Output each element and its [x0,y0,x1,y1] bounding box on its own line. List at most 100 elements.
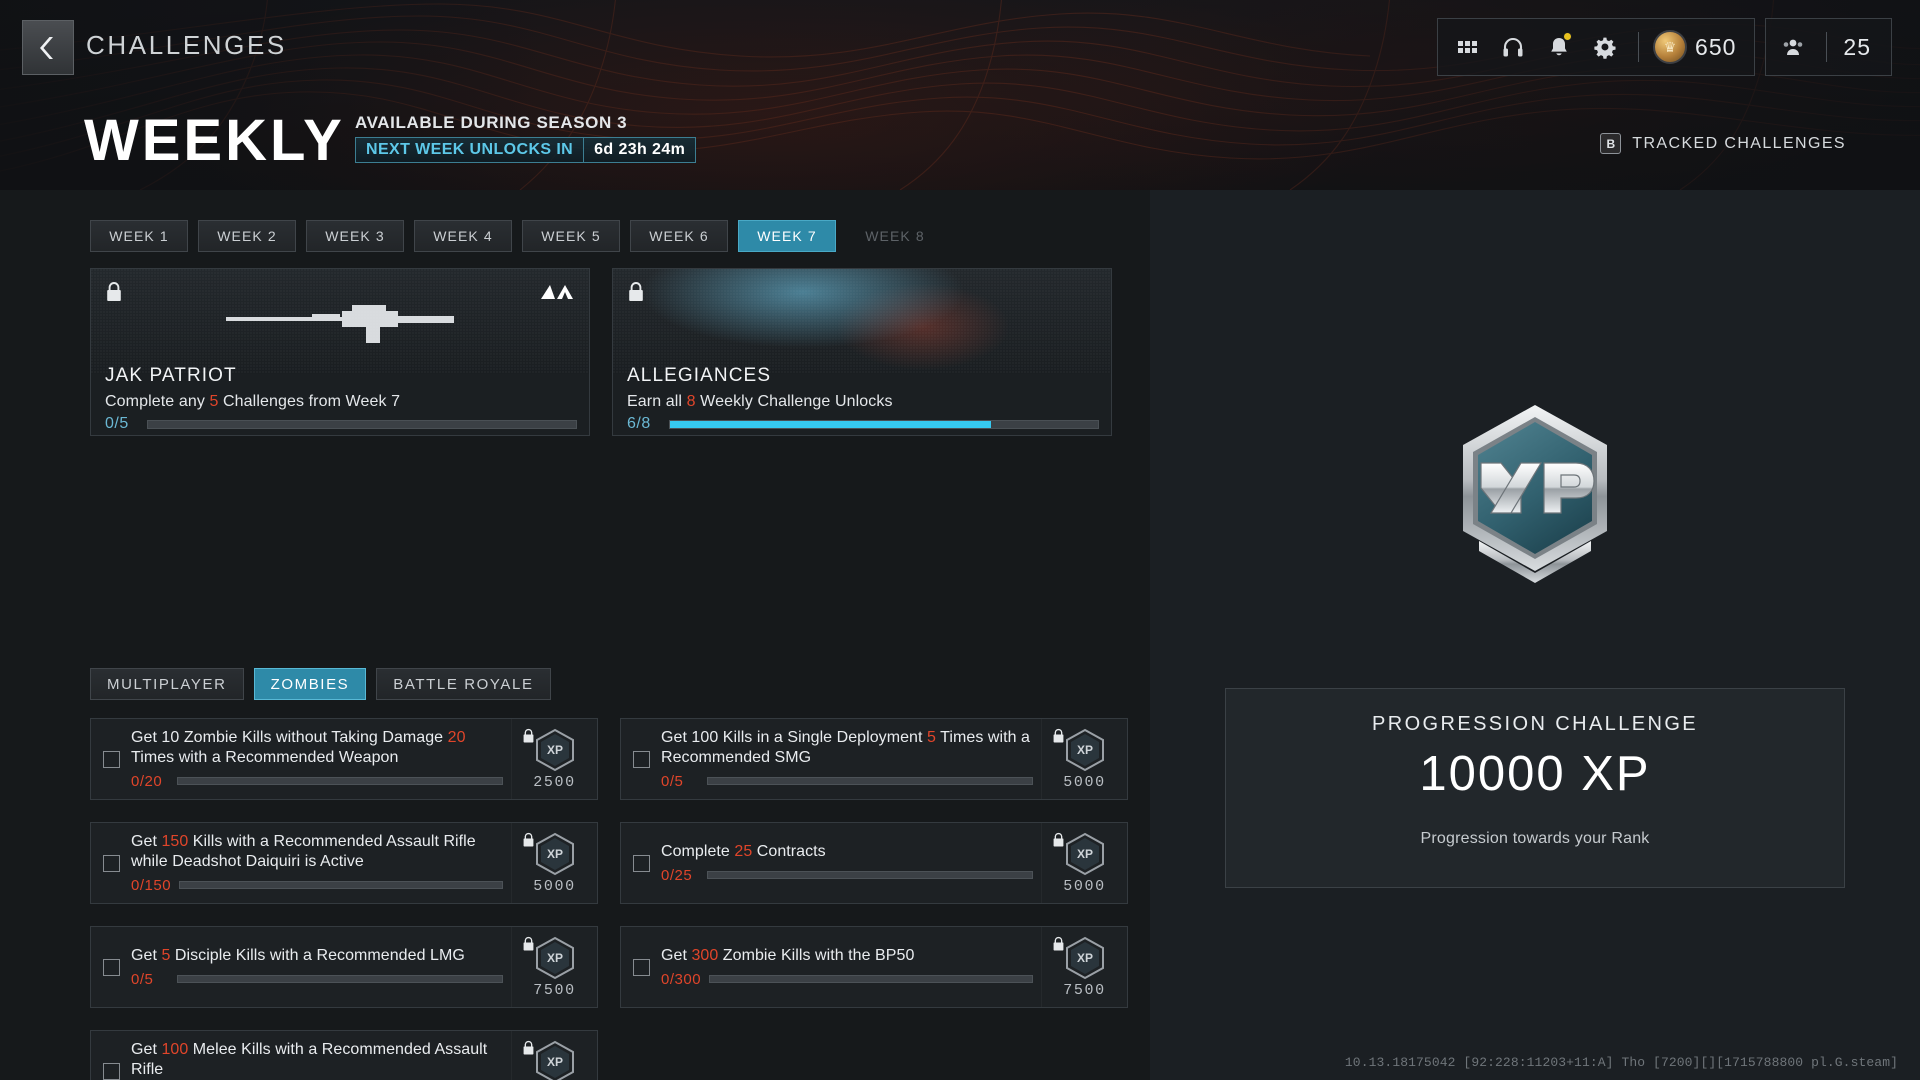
xp-emblem-icon [1463,405,1607,583]
lock-icon [1053,832,1064,847]
challenge-progress-text: 0/5 [131,970,154,988]
challenge-text-number: 100 [161,1041,189,1059]
reward-card-art [613,269,1111,374]
challenge-item[interactable]: Get 100 Kills in a Single Deployment 5 T… [620,718,1128,800]
challenge-text: Complete 25 Contracts [661,842,1033,862]
progression-card-subtitle: Progression towards your Rank [1420,830,1650,847]
challenge-checkbox-wrap[interactable] [621,823,661,903]
challenge-main: Get 10 Zombie Kills without Taking Damag… [131,719,511,799]
challenge-checkbox-wrap[interactable] [621,719,661,799]
settings-button[interactable] [1582,19,1628,75]
build-info-text: 10.13.18175042 [92:228:11203+11:A] Tho [… [1344,1055,1898,1070]
reward-desc-post: Weekly Challenge Unlocks [695,393,893,410]
challenge-text-number: 20 [447,729,466,747]
mode-tab-list: MULTIPLAYER ZOMBIES BATTLE ROYALE [90,668,551,700]
reward-card-list: JAK PATRIOT Complete any 5 Challenges fro… [90,268,1112,436]
challenge-text-pre: Complete [661,843,735,861]
challenge-checkbox-wrap[interactable] [91,1031,131,1080]
challenge-checkbox-wrap[interactable] [91,927,131,1007]
challenge-item[interactable]: Get 10 Zombie Kills without Taking Damag… [90,718,598,800]
svg-text:XP: XP [546,1055,562,1069]
week-tab-1[interactable]: WEEK 1 [90,220,188,252]
headphones-icon [1503,38,1523,57]
challenge-progress-bar [709,975,1033,984]
challenge-checkbox[interactable] [102,854,120,872]
week-tab-6[interactable]: WEEK 6 [630,220,728,252]
squad-button[interactable] [1770,19,1816,75]
challenge-text-number: 300 [691,947,719,965]
challenge-progress-bar [707,777,1033,786]
header-right-controls: ♛ 650 25 [1437,18,1892,76]
players-pill: 25 [1765,18,1892,76]
tracked-challenges-button[interactable]: B TRACKED CHALLENGES [1600,133,1846,154]
challenge-list: Get 10 Zombie Kills without Taking Damag… [90,718,1130,1080]
challenge-text-pre: Get [131,833,162,851]
challenge-checkbox[interactable] [632,958,650,976]
reward-card-body: ALLEGIANCES Earn all 8 Weekly Challenge U… [613,365,1111,435]
challenge-checkbox[interactable] [632,750,650,768]
challenge-text-pre: Get 100 Kills in a Single Deployment [661,729,927,747]
week-tab-2[interactable]: WEEK 2 [198,220,296,252]
challenge-item[interactable]: Get 300 Zombie Kills with the BP50 0/300 X… [620,926,1128,1008]
grid-apps-button[interactable] [1444,19,1490,75]
challenge-checkbox-wrap[interactable] [621,927,661,1007]
challenge-progress: 0/5 [661,773,1033,790]
header-icon-pill: ♛ 650 [1437,18,1756,76]
currency-display[interactable]: ♛ 650 [1649,30,1748,64]
week-tab-3[interactable]: WEEK 3 [306,220,404,252]
challenge-item[interactable]: Get 150 Kills with a Recommended Assault… [90,822,598,904]
activision-logo-icon [541,285,573,299]
challenge-item[interactable]: Complete 25 Contracts 0/25 XP 5000 [620,822,1128,904]
challenge-text-pre: Get 10 Zombie Kills without Taking Damag… [131,729,448,747]
challenge-item[interactable]: Get 100 Melee Kills with a Recommended A… [90,1030,598,1080]
lock-icon [523,832,534,847]
headphones-button[interactable] [1490,19,1536,75]
svg-text:XP: XP [546,743,562,757]
notifications-button[interactable] [1536,19,1582,75]
challenge-checkbox[interactable] [102,958,120,976]
challenge-progress-text: 0/150 [131,876,172,894]
challenge-checkbox[interactable] [632,854,650,872]
weekly-title-row: 290195 WEEKLY AVAILABLE DURING SEASON 3 … [0,96,1920,256]
reward-card-1[interactable]: JAK PATRIOT Complete any 5 Challenges fro… [90,268,590,436]
week-tab-5[interactable]: WEEK 5 [522,220,620,252]
challenge-progress-text: 0/20 [131,772,163,790]
xp-hexagon-icon: XP [1065,832,1104,875]
reward-art-dither [91,269,589,374]
reward-preview-panel: PROGRESSION CHALLENGE 10000 XP Progressi… [1150,190,1920,1080]
challenge-checkbox-wrap[interactable] [91,823,131,903]
lock-icon [107,282,121,301]
progression-challenge-card: PROGRESSION CHALLENGE 10000 XP Progressi… [1225,688,1845,888]
reward-desc-number: 8 [686,393,696,410]
challenge-checkbox[interactable] [102,1062,120,1080]
mode-tab-zombies[interactable]: ZOMBIES [253,668,367,700]
challenge-main: Get 300 Zombie Kills with the BP50 0/300 [661,927,1041,1007]
reward-art-dither [613,269,1111,374]
button-b-icon: B [1600,133,1622,154]
reward-card-2[interactable]: ALLEGIANCES Earn all 8 Weekly Challenge U… [612,268,1112,436]
challenge-progress-bar [177,975,503,984]
week-tab-7[interactable]: WEEK 7 [738,220,836,252]
mode-tab-multiplayer[interactable]: MULTIPLAYER [90,668,244,700]
challenge-item[interactable]: Get 5 Disciple Kills with a Recommended … [90,926,598,1008]
grid-apps-icon [1458,41,1478,53]
back-button[interactable] [22,20,74,75]
challenge-xp-reward: XP 5000 [1041,719,1127,799]
challenge-main: Get 5 Disciple Kills with a Recommended … [131,927,511,1007]
reward-progress-text: 6/8 [627,415,651,432]
reward-progress: 6/8 [627,415,1099,433]
progression-card-amount: 10000 XP [1419,747,1651,801]
challenges-screen: CHALLENGES ♛ 650 25 WEEKLY AVAILABLE DUR… [0,0,1920,1080]
challenge-checkbox-wrap[interactable] [91,719,131,799]
svg-text:XP: XP [1076,951,1092,965]
mode-tab-battle-royale[interactable]: BATTLE ROYALE [376,668,551,700]
challenge-text: Get 10 Zombie Kills without Taking Damag… [131,728,503,767]
challenge-lock [522,728,535,744]
reward-progress-fill [670,420,991,428]
reward-description: Complete any 5 Challenges from Week 7 [105,393,577,411]
week-tab-4[interactable]: WEEK 4 [414,220,512,252]
challenge-main: Complete 25 Contracts 0/25 [661,823,1041,903]
challenge-checkbox[interactable] [102,750,120,768]
lock-icon [523,936,534,951]
lock-icon [523,1040,534,1055]
